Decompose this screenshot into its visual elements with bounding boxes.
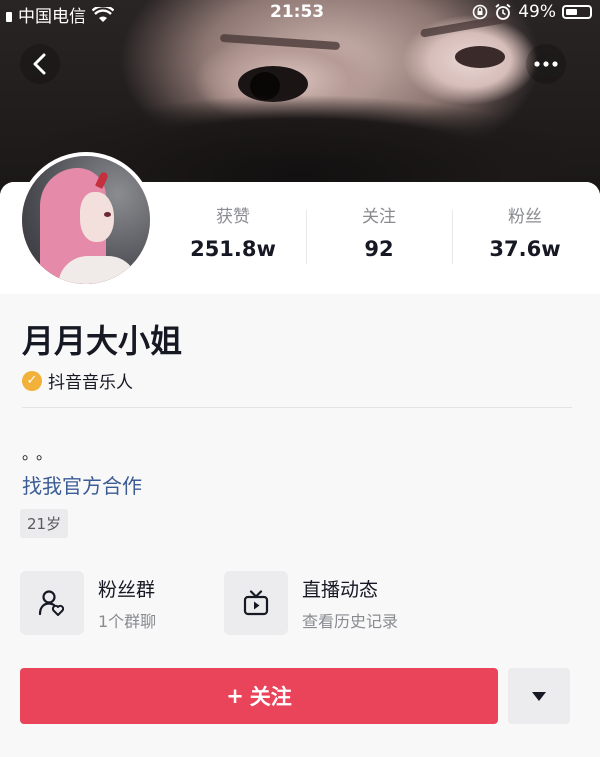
business-link[interactable]: 找我官方合作 bbox=[22, 470, 142, 499]
rotation-lock-icon bbox=[472, 4, 488, 20]
chevron-left-icon bbox=[33, 53, 46, 75]
more-dropdown-button[interactable] bbox=[508, 668, 570, 724]
stat-likes[interactable]: 获赞 251.8w bbox=[160, 202, 306, 261]
divider bbox=[22, 407, 572, 408]
stat-label: 粉丝 bbox=[508, 207, 542, 227]
signal-icon bbox=[6, 11, 12, 22]
feature-title: 粉丝群 bbox=[98, 578, 156, 601]
stat-value: 92 bbox=[364, 237, 394, 261]
more-options-button[interactable] bbox=[526, 44, 566, 84]
stat-label: 获赞 bbox=[216, 207, 250, 227]
verification-text: 抖音音乐人 bbox=[48, 373, 133, 393]
ellipsis-icon bbox=[534, 61, 558, 67]
stat-value: 251.8w bbox=[190, 237, 276, 261]
follow-label: 关注 bbox=[249, 685, 292, 709]
profile-bio: 。。 bbox=[22, 444, 59, 463]
status-bar: 中国电信 21:53 49% bbox=[0, 0, 600, 27]
plus-icon: + bbox=[226, 684, 244, 708]
profile-name: 月月大小姐 bbox=[22, 322, 183, 360]
alarm-icon bbox=[495, 3, 511, 20]
live-tv-icon bbox=[224, 571, 288, 635]
clock: 21:53 bbox=[270, 2, 325, 22]
triangle-down-icon bbox=[532, 691, 546, 701]
fan-group-entry[interactable]: 粉丝群 1个群聊 bbox=[20, 568, 156, 638]
follow-button[interactable]: + 关注 bbox=[20, 668, 498, 724]
age-tag: 21岁 bbox=[20, 509, 69, 538]
carrier-label: 中国电信 bbox=[18, 7, 86, 27]
feature-subtitle: 1个群聊 bbox=[98, 611, 157, 631]
stat-label: 关注 bbox=[362, 207, 396, 227]
stat-following[interactable]: 关注 92 bbox=[306, 202, 452, 261]
stat-fans[interactable]: 粉丝 37.6w bbox=[452, 202, 598, 261]
live-history-entry[interactable]: 直播动态 查看历史记录 bbox=[224, 568, 398, 638]
stat-value: 37.6w bbox=[489, 237, 561, 261]
battery-percent: 49% bbox=[518, 2, 556, 22]
back-button[interactable] bbox=[20, 44, 60, 84]
avatar[interactable] bbox=[18, 152, 154, 288]
verification-label[interactable]: ✓ 抖音音乐人 bbox=[22, 368, 133, 393]
wifi-icon bbox=[92, 6, 114, 22]
feature-title: 直播动态 bbox=[302, 578, 379, 601]
battery-icon bbox=[562, 5, 592, 19]
fan-group-icon bbox=[20, 571, 84, 635]
verified-check-icon: ✓ bbox=[22, 370, 42, 391]
feature-subtitle: 查看历史记录 bbox=[302, 611, 399, 631]
